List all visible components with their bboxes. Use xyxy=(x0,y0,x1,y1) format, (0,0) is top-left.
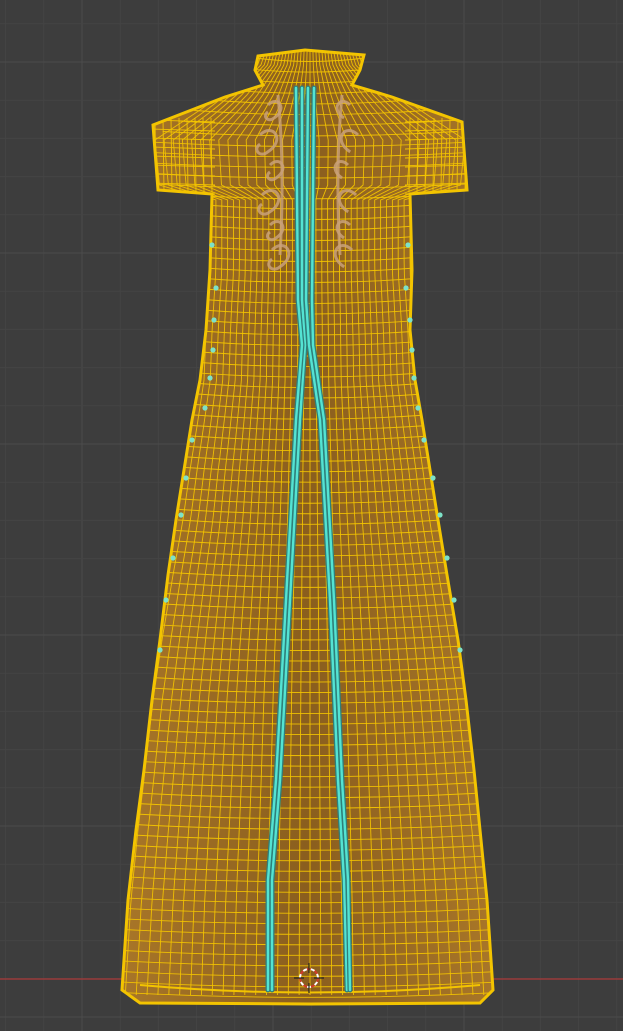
selected-vertex[interactable] xyxy=(178,512,184,518)
selected-vertex[interactable] xyxy=(405,242,411,248)
selected-vertex[interactable] xyxy=(409,347,415,353)
selected-vertex[interactable] xyxy=(437,512,443,518)
selected-vertex[interactable] xyxy=(210,347,216,353)
selected-vertex[interactable] xyxy=(170,555,176,561)
selected-vertex[interactable] xyxy=(444,555,450,561)
3d-viewport[interactable] xyxy=(0,0,623,1031)
selected-vertex[interactable] xyxy=(157,647,163,653)
selected-vertex[interactable] xyxy=(207,375,213,381)
viewport-canvas[interactable] xyxy=(0,0,623,1031)
selected-vertex[interactable] xyxy=(213,285,219,291)
selected-vertex[interactable] xyxy=(403,285,409,291)
selected-vertex[interactable] xyxy=(163,597,169,603)
selected-vertex[interactable] xyxy=(457,647,463,653)
selected-vertex[interactable] xyxy=(421,437,427,443)
selected-vertex[interactable] xyxy=(411,375,417,381)
selected-vertex[interactable] xyxy=(430,475,436,481)
selected-vertex[interactable] xyxy=(211,317,217,323)
selected-vertex[interactable] xyxy=(183,475,189,481)
selected-vertex[interactable] xyxy=(209,242,215,248)
selected-vertex[interactable] xyxy=(415,405,421,411)
selected-vertex[interactable] xyxy=(189,437,195,443)
selected-vertex[interactable] xyxy=(451,597,457,603)
selected-vertex[interactable] xyxy=(202,405,208,411)
dress-mesh[interactable] xyxy=(120,48,500,1008)
selected-vertex[interactable] xyxy=(407,317,413,323)
